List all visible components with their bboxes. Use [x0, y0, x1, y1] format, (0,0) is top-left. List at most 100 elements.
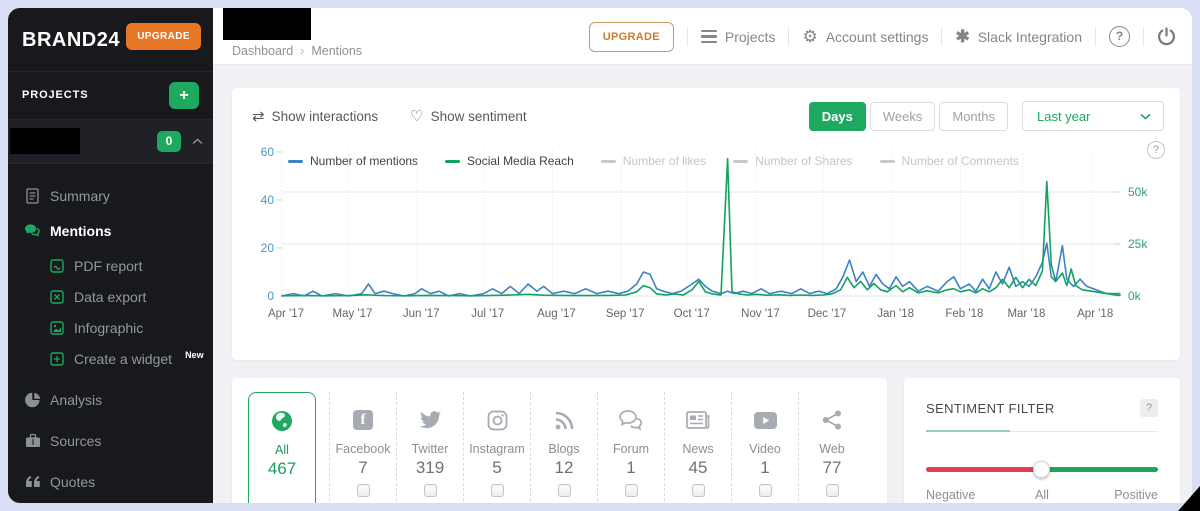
svg-text:Feb '18: Feb '18: [945, 308, 983, 320]
source-filter-facebook[interactable]: f Facebook 7: [329, 392, 396, 503]
source-label: Facebook: [336, 442, 391, 456]
source-checkbox[interactable]: [357, 484, 370, 497]
sidebar-item-label: Create a widget: [74, 351, 172, 367]
project-badge: 0: [157, 131, 181, 152]
source-filter-instagram[interactable]: Instagram 5: [463, 392, 530, 503]
range-days-button[interactable]: Days: [809, 102, 866, 131]
sidebar-item-pdf-report[interactable]: PDF report: [8, 250, 213, 281]
range-months-button[interactable]: Months: [939, 102, 1008, 131]
slider-track-positive[interactable]: [1042, 467, 1158, 472]
range-buttons: Days Weeks Months Last year: [809, 101, 1164, 131]
topbar-item-account-settings[interactable]: ⚙ Account settings: [802, 28, 928, 45]
sentiment-filter-card: SENTIMENT FILTER ? Negative All Positive: [904, 378, 1180, 503]
breadcrumb: Dashboard › Mentions: [232, 44, 362, 58]
add-project-button[interactable]: +: [169, 82, 199, 109]
source-filter-news[interactable]: News 45: [664, 392, 731, 503]
source-filter-twitter[interactable]: Twitter 319: [396, 392, 463, 503]
svg-text:Apr '17: Apr '17: [268, 308, 304, 320]
divider: [941, 28, 942, 46]
source-filter-all[interactable]: All 467: [248, 392, 316, 503]
breadcrumb-dashboard[interactable]: Dashboard: [232, 44, 293, 58]
range-weeks-button[interactable]: Weeks: [870, 102, 936, 131]
period-dropdown[interactable]: Last year: [1022, 101, 1164, 131]
slider-thumb[interactable]: [1033, 461, 1050, 478]
sentiment-help-icon[interactable]: ?: [1140, 399, 1158, 417]
topbar-item-projects[interactable]: Projects: [701, 29, 776, 45]
sidebar-item-label: Summary: [50, 188, 110, 204]
sidebar-item-label: Data export: [74, 289, 146, 305]
topbar-item-label: Account settings: [826, 29, 929, 45]
project-row[interactable]: 0: [8, 120, 213, 164]
label-all: All: [1035, 488, 1049, 502]
topbar-menu: UPGRADE Projects ⚙ Account settings ✱ Sl…: [589, 8, 1176, 65]
sidebar-item-mentions[interactable]: Mentions: [8, 215, 213, 246]
source-count: 1: [760, 458, 769, 478]
sidebar-item-label: Analysis: [50, 392, 102, 408]
newspaper-icon: [686, 405, 710, 435]
source-count: 45: [689, 458, 708, 478]
briefcase-icon: [24, 432, 41, 449]
logout-power-icon[interactable]: [1157, 27, 1176, 46]
label-negative: Negative: [926, 488, 975, 502]
source-label: Web: [819, 442, 844, 456]
sidebar-item-sources[interactable]: Sources: [8, 425, 213, 456]
divider: [926, 431, 1158, 432]
source-checkbox[interactable]: [692, 484, 705, 497]
redacted-project-name: [10, 128, 80, 154]
sidebar-item-quotes[interactable]: Quotes: [8, 466, 213, 497]
instagram-icon: [487, 405, 508, 435]
source-label: News: [682, 442, 713, 456]
source-filter-video[interactable]: Video 1: [731, 392, 798, 503]
pdf-icon: [48, 257, 65, 274]
widget-plus-icon: [48, 350, 65, 367]
source-checkbox[interactable]: [759, 484, 772, 497]
sidebar-item-create-widget[interactable]: Create a widget New: [8, 343, 213, 374]
sidebar-item-summary[interactable]: Summary: [8, 180, 213, 211]
source-filter-forum[interactable]: Forum 1: [597, 392, 664, 503]
topbar-item-slack-integration[interactable]: ✱ Slack Integration: [955, 28, 1082, 45]
source-filter-web[interactable]: Web 77: [798, 392, 865, 503]
sentiment-slider[interactable]: [926, 461, 1158, 478]
source-checkbox[interactable]: [558, 484, 571, 497]
sidebar-item-analysis[interactable]: Analysis: [8, 384, 213, 415]
pie-chart-icon: [24, 391, 41, 408]
svg-text:20: 20: [261, 241, 275, 255]
source-count: 319: [416, 458, 444, 478]
help-icon[interactable]: ?: [1109, 26, 1130, 47]
svg-text:0k: 0k: [1128, 289, 1142, 303]
source-count: 5: [492, 458, 501, 478]
mentions-chart-card: ⇄ Show interactions ♡ Show sentiment Day…: [232, 88, 1180, 360]
divider: [687, 28, 688, 46]
sidebar-upgrade-button[interactable]: UPGRADE: [126, 23, 201, 50]
source-checkbox[interactable]: [625, 484, 638, 497]
chevron-down-icon: [1140, 113, 1151, 120]
image-icon: [48, 319, 65, 336]
source-checkbox[interactable]: [826, 484, 839, 497]
svg-text:Nov '17: Nov '17: [741, 308, 780, 320]
sidebar-item-label: Sources: [50, 433, 101, 449]
show-interactions-toggle[interactable]: ⇄ Show interactions: [252, 107, 378, 125]
source-checkbox[interactable]: [491, 484, 504, 497]
breadcrumb-separator: ›: [300, 44, 304, 58]
sidebar-item-label: Mentions: [50, 223, 111, 239]
source-count: 77: [823, 458, 842, 478]
svg-text:40: 40: [261, 193, 275, 207]
topbar-upgrade-button[interactable]: UPGRADE: [589, 22, 674, 52]
show-sentiment-toggle[interactable]: ♡ Show sentiment: [410, 107, 527, 125]
topbar-item-label: Projects: [725, 29, 776, 45]
time-series-chart[interactable]: Apr '17May '17Jun '17Jul '17Aug '17Sep '…: [244, 144, 1168, 348]
source-filter-blogs[interactable]: Blogs 12: [530, 392, 597, 503]
gear-icon: ⚙: [802, 28, 817, 45]
label-positive: Positive: [1114, 488, 1158, 502]
svg-text:May '17: May '17: [333, 308, 373, 320]
chevron-up-icon[interactable]: [192, 138, 203, 145]
forum-chat-icon: [619, 405, 643, 435]
svg-text:Dec '17: Dec '17: [808, 308, 847, 320]
sidebar-item-infographic[interactable]: Infographic: [8, 312, 213, 343]
sidebar-item-label: Quotes: [50, 474, 95, 490]
source-checkbox[interactable]: [424, 484, 437, 497]
slider-track-negative[interactable]: [926, 467, 1042, 472]
app-window: BRAND24 UPGRADE PROJECTS + 0 Summary Me: [8, 8, 1192, 503]
top-header: Dashboard › Mentions UPGRADE Projects ⚙ …: [213, 8, 1192, 65]
sidebar-item-data-export[interactable]: Data export: [8, 281, 213, 312]
